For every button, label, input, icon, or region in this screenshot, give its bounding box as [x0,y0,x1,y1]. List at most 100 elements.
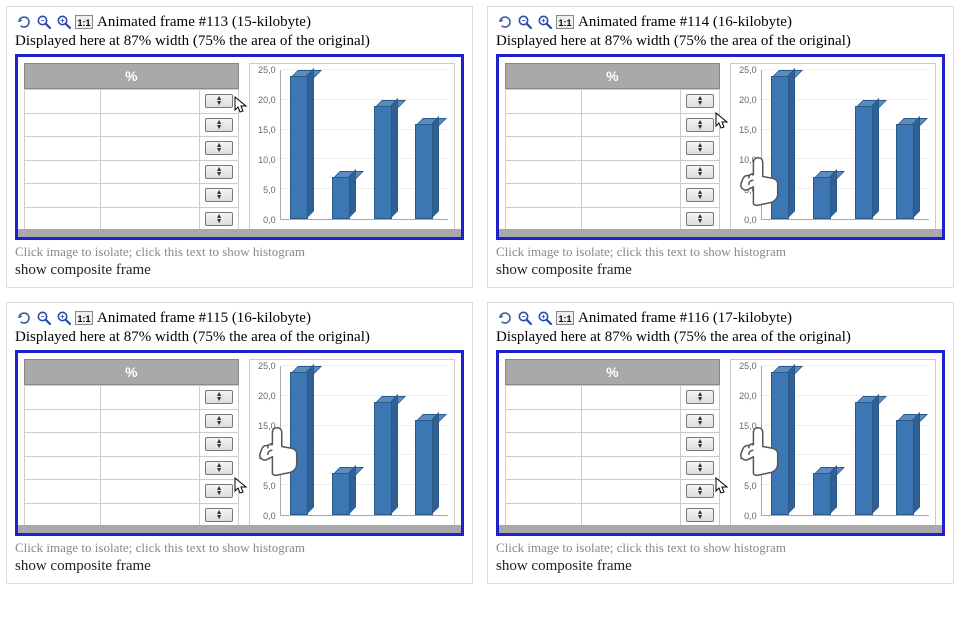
stepper-cell[interactable]: ▲▼ [681,161,719,185]
display-info: Displayed here at 87% width (75% the are… [496,329,945,346]
spinner-button[interactable]: ▲▼ [686,484,714,498]
spinner-button[interactable]: ▲▼ [686,141,714,155]
composite-frame-link[interactable]: show composite frame [496,262,945,279]
stepper-cell[interactable]: ▲▼ [200,161,238,185]
spinner-button[interactable]: ▲▼ [686,118,714,132]
histogram-link[interactable]: Click image to isolate; click this text … [496,540,945,556]
y-tick-label: 10,0 [258,451,276,461]
table-header: % [505,359,720,385]
one-to-one-icon[interactable]: 1:1 [556,309,574,327]
table-cell [582,433,681,457]
table-cell [582,386,681,410]
one-to-one-icon[interactable]: 1:1 [75,309,93,327]
histogram-link[interactable]: Click image to isolate; click this text … [15,540,464,556]
stepper-cell[interactable]: ▲▼ [200,480,238,504]
frame-preview[interactable]: %▲▼▲▼▲▼▲▼▲▼▲▼0,05,010,015,020,025,0 [15,350,464,536]
bar [855,100,873,219]
svg-text:1:1: 1:1 [558,314,571,324]
table-cell [506,480,582,504]
spinner-button[interactable]: ▲▼ [205,414,233,428]
one-to-one-icon[interactable]: 1:1 [75,13,93,31]
spinner-button[interactable]: ▲▼ [205,461,233,475]
spinner-button[interactable]: ▲▼ [205,165,233,179]
stepper-cell[interactable]: ▲▼ [681,480,719,504]
table-cell [506,410,582,434]
frame-preview[interactable]: %▲▼▲▼▲▼▲▼▲▼▲▼0,05,010,015,020,025,0 [496,54,945,240]
reload-icon[interactable] [15,309,33,327]
spinner-button[interactable]: ▲▼ [205,390,233,404]
spinner-button[interactable]: ▲▼ [686,508,714,522]
zoom-in-icon[interactable]: + [55,13,73,31]
one-to-one-icon[interactable]: 1:1 [556,13,574,31]
spinner-button[interactable]: ▲▼ [205,94,233,108]
stepper-cell[interactable]: ▲▼ [681,433,719,457]
table-cell [506,208,582,232]
spinner-button[interactable]: ▲▼ [686,437,714,451]
table-cell [25,208,101,232]
spinner-button[interactable]: ▲▼ [205,141,233,155]
histogram-link[interactable]: Click image to isolate; click this text … [496,244,945,260]
stepper-cell[interactable]: ▲▼ [681,184,719,208]
spinner-button[interactable]: ▲▼ [686,461,714,475]
stepper-cell[interactable]: ▲▼ [200,504,238,528]
zoom-out-icon[interactable]: − [516,309,534,327]
stepper-cell[interactable]: ▲▼ [200,410,238,434]
bar [374,396,392,515]
stepper-cell[interactable]: ▲▼ [200,114,238,138]
y-tick-label: 25,0 [739,361,757,371]
table-cell [582,114,681,138]
table-cell [101,386,200,410]
table-cell [25,457,101,481]
spinner-button[interactable]: ▲▼ [686,165,714,179]
table-cell [25,480,101,504]
zoom-in-icon[interactable]: + [536,309,554,327]
bar [855,396,873,515]
spinner-button[interactable]: ▲▼ [686,94,714,108]
zoom-out-icon[interactable]: − [35,309,53,327]
stepper-cell[interactable]: ▲▼ [681,504,719,528]
composite-frame-link[interactable]: show composite frame [15,262,464,279]
bar [332,171,350,219]
stepper-cell[interactable]: ▲▼ [200,433,238,457]
stepper-cell[interactable]: ▲▼ [681,457,719,481]
stepper-cell[interactable]: ▲▼ [200,184,238,208]
zoom-in-icon[interactable]: + [55,309,73,327]
stepper-cell[interactable]: ▲▼ [681,114,719,138]
stepper-cell[interactable]: ▲▼ [681,90,719,114]
chart-panel: 0,05,010,015,020,025,0 [730,63,936,231]
reload-icon[interactable] [15,13,33,31]
y-axis: 0,05,010,015,020,025,0 [733,366,759,516]
stepper-cell[interactable]: ▲▼ [200,457,238,481]
reload-icon[interactable] [496,309,514,327]
spinner-button[interactable]: ▲▼ [686,188,714,202]
spinner-button[interactable]: ▲▼ [205,484,233,498]
spinner-button[interactable]: ▲▼ [686,390,714,404]
composite-frame-link[interactable]: show composite frame [15,558,464,575]
stepper-cell[interactable]: ▲▼ [200,208,238,232]
spinner-button[interactable]: ▲▼ [205,188,233,202]
frame-preview[interactable]: %▲▼▲▼▲▼▲▼▲▼▲▼0,05,010,015,020,025,0 [15,54,464,240]
spinner-button[interactable]: ▲▼ [686,212,714,226]
frame-preview[interactable]: % ▲▼ ▲▼ ▲▼ ▲▼ ▲▼ ▲▼ 0,05,010,015,020,025,0 [496,350,945,536]
spinner-button[interactable]: ▲▼ [205,118,233,132]
stepper-cell[interactable]: ▲▼ [681,137,719,161]
composite-frame-link[interactable]: show composite frame [496,558,945,575]
zoom-out-icon[interactable]: − [35,13,53,31]
y-tick-label: 5,0 [263,185,276,195]
stepper-cell[interactable]: ▲▼ [200,386,238,410]
spinner-button[interactable]: ▲▼ [205,212,233,226]
stepper-cell[interactable]: ▲▼ [200,137,238,161]
stepper-cell[interactable]: ▲▼ [681,410,719,434]
reload-icon[interactable] [496,13,514,31]
zoom-out-icon[interactable]: − [516,13,534,31]
stepper-cell[interactable]: ▲▼ [200,90,238,114]
histogram-link[interactable]: Click image to isolate; click this text … [15,244,464,260]
spinner-button[interactable]: ▲▼ [205,508,233,522]
spinner-button[interactable]: ▲▼ [686,414,714,428]
stepper-cell[interactable]: ▲▼ [681,386,719,410]
y-tick-label: 15,0 [258,125,276,135]
zoom-in-icon[interactable]: + [536,13,554,31]
bar [290,366,308,515]
stepper-cell[interactable]: ▲▼ [681,208,719,232]
spinner-button[interactable]: ▲▼ [205,437,233,451]
